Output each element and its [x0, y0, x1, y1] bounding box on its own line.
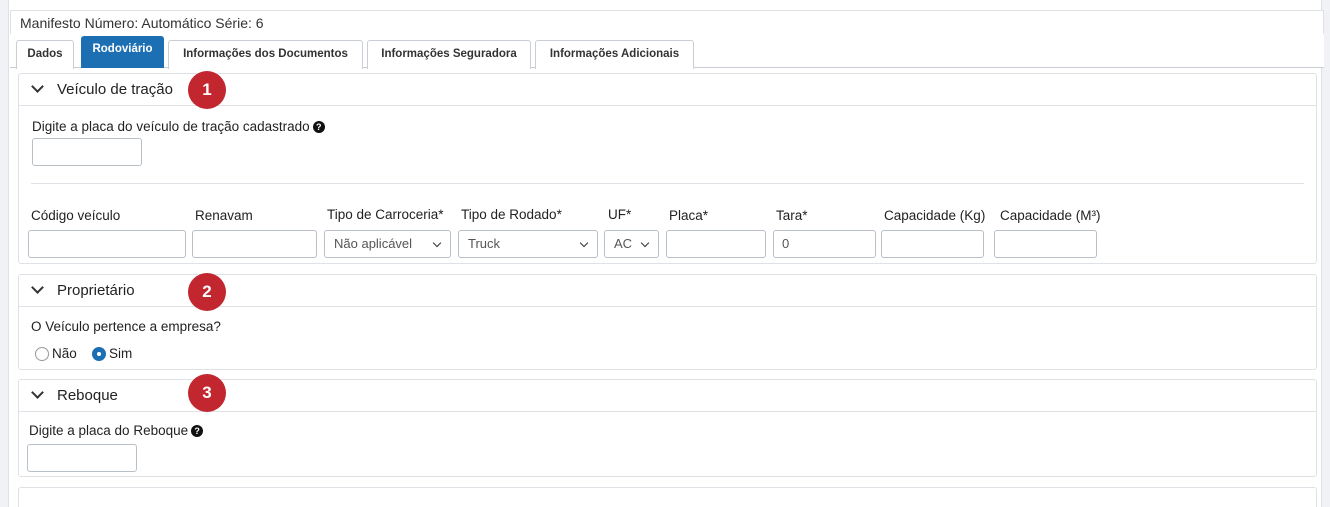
section-proprietario: Proprietário 2 O Veículo pertence a empr…: [18, 273, 1317, 370]
placa-tracao-label-text: Digite a placa do veículo de tração cada…: [32, 119, 310, 134]
placa-reboque-label-text: Digite a placa do Reboque: [29, 423, 189, 438]
carroceria-value: Não aplicável: [334, 236, 413, 251]
tab-bar: Dados Rodoviário Informações dos Documen…: [10, 34, 1324, 69]
uf-select[interactable]: AC: [604, 230, 659, 258]
chevron-down-icon: [432, 238, 442, 248]
section-reboque: Reboque 3 Digite a placa do Reboque?: [18, 374, 1317, 477]
section-title-proprietario: Proprietário: [57, 282, 135, 299]
tab-rodoviario[interactable]: Rodoviário: [81, 36, 164, 68]
proprietario-question: O Veículo pertence a empresa?: [31, 319, 221, 334]
tab-informacoes-documentos[interactable]: Informações dos Documentos: [168, 40, 363, 69]
tara-input[interactable]: 0: [773, 230, 876, 258]
renavam-input[interactable]: [192, 230, 317, 258]
step-badge-3: 3: [188, 374, 226, 412]
rodado-select[interactable]: Truck: [458, 230, 598, 258]
codigo-veiculo-label: Código veículo: [31, 208, 121, 223]
question-circle-icon[interactable]: ?: [191, 425, 204, 437]
tab-informacoes-adicionais[interactable]: Informações Adicionais: [535, 40, 694, 69]
capacidade-kg-label: Capacidade (Kg): [884, 208, 986, 223]
tab-informacoes-seguradora[interactable]: Informações Seguradora: [367, 40, 531, 69]
tab-dados[interactable]: Dados: [16, 40, 74, 69]
step-badge-2: 2: [188, 273, 226, 311]
section-veiculo-tracao: Veículo de tração 1 Digite a placa do ve…: [18, 71, 1317, 264]
radio-sim-label[interactable]: Sim: [109, 346, 132, 361]
page-title: Manifesto Número: Automático Série: 6: [10, 10, 1324, 34]
placa-input[interactable]: [666, 230, 766, 258]
section-next: [18, 487, 1317, 507]
uf-value: AC: [614, 236, 633, 251]
renavam-label: Renavam: [195, 208, 253, 223]
placa-reboque-label: Digite a placa do Reboque?: [29, 423, 204, 438]
carroceria-select[interactable]: Não aplicável: [324, 230, 451, 258]
capacidade-kg-input[interactable]: [881, 230, 984, 258]
capacidade-m3-label: Capacidade (M³): [1000, 208, 1101, 223]
placa-label: Placa*: [669, 208, 709, 223]
placa-tracao-label: Digite a placa do veículo de tração cada…: [32, 119, 325, 134]
section-title-veiculo: Veículo de tração: [57, 81, 173, 98]
step-badge-1: 1: [188, 71, 226, 109]
rodado-label: Tipo de Rodado*: [461, 207, 562, 222]
section-title-reboque: Reboque: [57, 387, 118, 404]
radio-nao[interactable]: [35, 347, 49, 361]
carroceria-label: Tipo de Carroceria*: [327, 207, 444, 222]
chevron-down-icon: [31, 386, 44, 399]
radio-sim[interactable]: [92, 347, 106, 361]
question-circle-icon[interactable]: ?: [312, 121, 325, 133]
rodado-value: Truck: [468, 236, 501, 251]
chevron-down-icon: [640, 238, 650, 248]
placa-tracao-input[interactable]: [32, 138, 142, 166]
chevron-down-icon: [579, 238, 589, 248]
divider: [31, 183, 1304, 184]
capacidade-m3-input[interactable]: [994, 230, 1097, 258]
uf-label: UF*: [608, 207, 632, 222]
placa-reboque-input[interactable]: [27, 444, 137, 472]
codigo-veiculo-input[interactable]: [28, 230, 186, 258]
chevron-down-icon: [31, 80, 44, 93]
radio-nao-label[interactable]: Não: [52, 346, 77, 361]
chevron-down-icon: [31, 281, 44, 294]
tara-label: Tara*: [776, 208, 808, 223]
